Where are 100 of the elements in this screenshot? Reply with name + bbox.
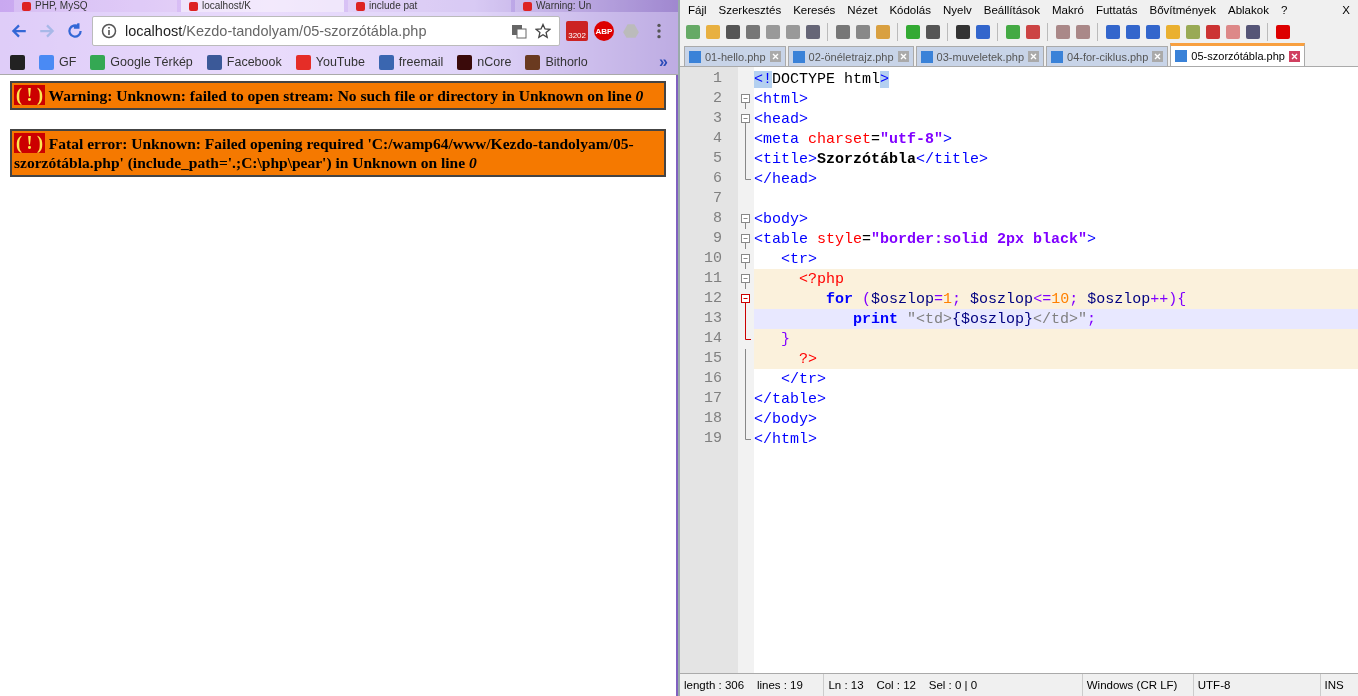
bookmark-icon: [90, 54, 106, 70]
url-path: /Kezdo-tandolyam/05-szorzótábla.php: [182, 23, 427, 39]
bookmark-icon: [39, 54, 54, 70]
error-icon: ( ! ): [14, 85, 45, 105]
code-line: </head>: [754, 170, 817, 188]
status-field: INS: [1320, 674, 1358, 696]
code-line: <title>Szorzótábla</title>: [754, 150, 989, 168]
close-icon[interactable]: [1288, 50, 1300, 62]
info-icon[interactable]: [101, 23, 117, 39]
bookmark-link[interactable]: Bithorlo: [525, 54, 588, 70]
favicon-icon: [523, 1, 532, 11]
status-field: UTF-8: [1193, 674, 1321, 696]
bookmark-link[interactable]: Google Térkép: [90, 54, 193, 70]
line-number: 17: [703, 389, 723, 409]
close-icon[interactable]: [897, 51, 909, 62]
bookmark-link[interactable]: freemail: [378, 54, 444, 70]
code-line: </table>: [754, 390, 826, 408]
menu-item[interactable]: Szerkesztés: [718, 4, 782, 16]
code-line: ?>: [798, 350, 817, 368]
bookmark-icon: [378, 54, 394, 70]
more-bookmarks-button[interactable]: »: [659, 53, 668, 71]
menu-item[interactable]: Keresés: [793, 4, 836, 16]
error-icon: ( ! ): [14, 133, 45, 153]
menu-item[interactable]: Fájl: [688, 4, 707, 16]
close-icon[interactable]: [1152, 51, 1164, 62]
line-number: 10: [703, 249, 723, 269]
bookmark-icon: [10, 54, 25, 70]
adblock-button[interactable]: ABP: [594, 21, 614, 41]
bookmark-link[interactable]: GF: [39, 54, 77, 70]
menu-item[interactable]: Ablakok: [1228, 4, 1269, 16]
bookmark-icon: [457, 54, 473, 70]
menu-item[interactable]: Kódolás: [889, 4, 931, 16]
code-line: <?php: [798, 270, 844, 288]
code-editor[interactable]: [680, 67, 1358, 673]
file-tab[interactable]: 04-for-ciklus.php: [1046, 46, 1169, 66]
bookmark-link[interactable]: [10, 54, 25, 70]
line-number: 16: [703, 369, 723, 389]
mail-count-badge[interactable]: 3202: [566, 21, 588, 41]
line-number: 14: [703, 329, 723, 349]
menu-item[interactable]: Nyelv: [942, 4, 972, 16]
browser-tab[interactable]: include pat: [348, 0, 511, 12]
file-tab[interactable]: 03-muveletek.php: [915, 46, 1045, 66]
favicon-icon: [189, 1, 198, 11]
close-icon[interactable]: [1028, 51, 1040, 62]
code-line: <meta charset="utf-8">: [754, 130, 953, 148]
code-line: }: [780, 330, 790, 348]
line-number: 8: [712, 209, 723, 229]
bookmark-icon: [525, 54, 541, 70]
code-line: </body>: [754, 410, 817, 428]
menu-item[interactable]: Makró: [1052, 4, 1084, 16]
code-line: <html>: [754, 90, 808, 108]
code-line: <table style="border:solid 2px black">: [754, 230, 1097, 248]
menu-item[interactable]: ?: [1280, 4, 1288, 16]
favicon-icon: [22, 1, 31, 11]
line-number: 12: [703, 289, 723, 309]
bookmark-icon: [206, 54, 222, 70]
address-bar[interactable]: localhost/Kezdo-tandolyam/05-szorzótábla.php: [92, 16, 561, 46]
line-number: 6: [712, 169, 723, 189]
favicon-icon: [356, 1, 365, 11]
code-line: <head>: [754, 110, 808, 128]
code-line: <tr>: [780, 250, 817, 268]
close-button[interactable]: X: [1342, 4, 1350, 16]
code-line: for ($oszlop=1; $oszlop<=10; $oszlop++){: [825, 290, 1187, 308]
bookmark-link[interactable]: Facebook: [206, 54, 282, 70]
browser-tab[interactable]: localhost/K: [181, 0, 344, 12]
file-tab[interactable]: 05-szorzótábla.php: [1170, 43, 1305, 66]
code-line: print "<td>{$oszlop}</td>";: [852, 310, 1097, 328]
file-icon: [792, 50, 805, 63]
code-line: <body>: [754, 210, 808, 228]
menu-item[interactable]: Beállítások: [983, 4, 1040, 16]
file-tab[interactable]: 01-hello.php: [684, 46, 786, 66]
line-number: 9: [712, 229, 723, 249]
line-number: 2: [712, 89, 723, 109]
url-host: localhost: [125, 23, 183, 39]
line-number: 7: [712, 189, 723, 209]
bookmark-link[interactable]: nCore: [457, 54, 512, 70]
line-number: 1: [712, 69, 723, 89]
close-icon[interactable]: [769, 51, 781, 62]
code-line: <!DOCTYPE html>: [754, 70, 890, 88]
line-number: 19: [703, 429, 723, 449]
line-number: 18: [703, 409, 723, 429]
status-field: Windows (CR LF): [1082, 674, 1194, 696]
line-number: 15: [703, 349, 723, 369]
file-icon: [689, 50, 701, 63]
menu-item[interactable]: Futtatás: [1095, 4, 1138, 16]
code-line: </html>: [754, 430, 817, 448]
file-tab[interactable]: 02-önéletrajz.php: [787, 46, 914, 66]
file-icon: [920, 50, 933, 63]
star-icon[interactable]: [535, 23, 552, 39]
bookmark-link[interactable]: YouTube: [295, 54, 365, 70]
menu-item[interactable]: Bővítmények: [1149, 4, 1216, 16]
line-number: 4: [712, 129, 723, 149]
browser-tab[interactable]: Warning: Un: [515, 0, 678, 12]
line-number: 13: [703, 309, 723, 329]
status-field: length : 306 lines : 19: [680, 674, 825, 696]
translate-icon[interactable]: [511, 23, 528, 39]
error-message: ( ! ) Fatal error: Unknown: Failed opening required 'C:/wamp64/www/Kezdo-tandolyam/05-szorzótábla.php' (include_path='.;C:\php\pear') in Unknown on line 0: [10, 129, 666, 177]
browser-tab[interactable]: PHP, MySQ: [14, 0, 177, 12]
menu-item[interactable]: Nézet: [847, 4, 878, 16]
bookmark-icon: [295, 54, 311, 70]
